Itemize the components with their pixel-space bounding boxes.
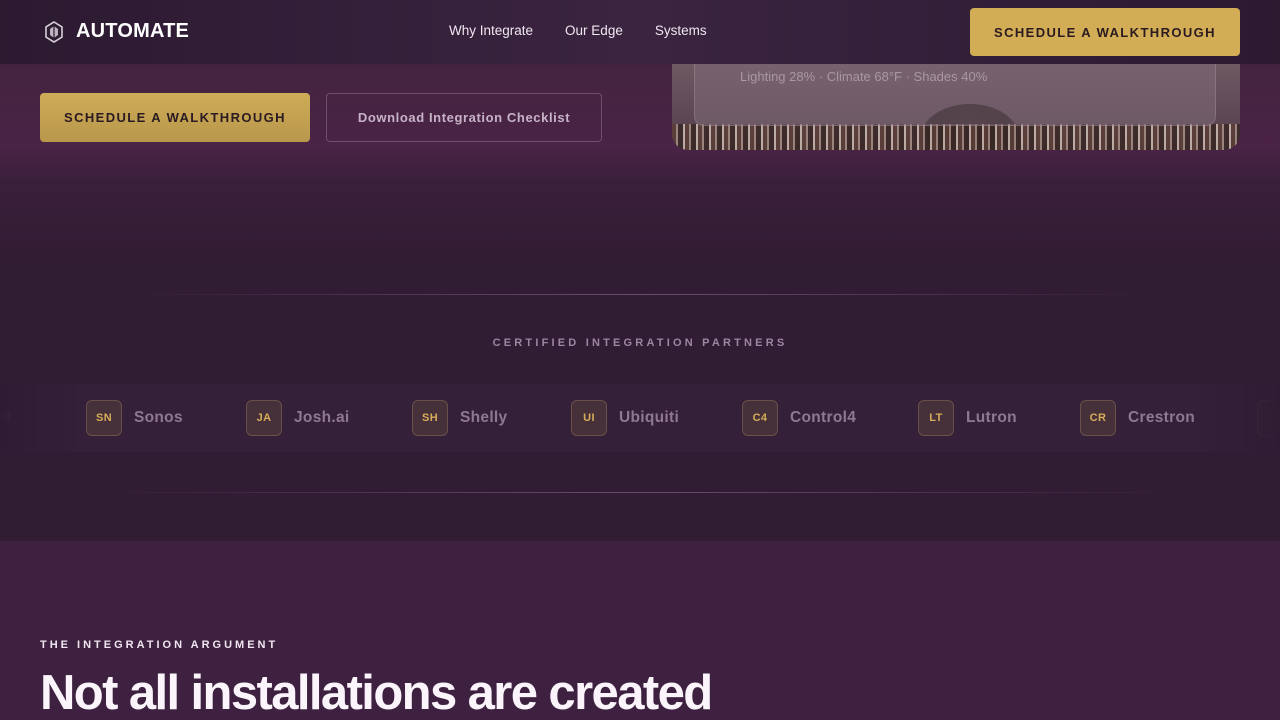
partner-badge: SN xyxy=(86,400,122,436)
hero-room-image: Lighting 28% · Climate 68°F · Shades 40% xyxy=(672,64,1240,150)
partner-item-ubiquiti: UI Ubiquiti xyxy=(571,400,679,436)
partner-badge: UI xyxy=(571,400,607,436)
room-status-text: Lighting 28% · Climate 68°F · Shades 40% xyxy=(740,69,988,84)
section-headline: Not all installations are created xyxy=(40,666,713,720)
top-navigation: AUTOMATE Why Integrate Our Edge Systems … xyxy=(0,0,1280,64)
partner-name: Ubiquiti xyxy=(619,409,680,426)
partner-name: Josh.ai xyxy=(294,409,350,426)
partner-badge: C4 xyxy=(742,400,778,436)
nav-schedule-walkthrough-button[interactable]: SCHEDULE A WALKTHROUGH xyxy=(970,8,1240,56)
download-checklist-button[interactable]: Download Integration Checklist xyxy=(326,93,602,142)
partners-marquee: ent SN Sonos JA Josh.ai SH Shelly UI Ubi… xyxy=(0,384,1280,452)
partner-name: Control4 xyxy=(790,409,857,426)
partner-name: Shelly xyxy=(460,409,508,426)
status-overlay-panel: Lighting 28% · Climate 68°F · Shades 40% xyxy=(694,64,1216,126)
partners-section: CERTIFIED INTEGRATION PARTNERS ent SN So… xyxy=(0,264,1280,541)
divider-bottom xyxy=(90,492,1190,493)
partner-item-shelly: SH Shelly xyxy=(412,400,507,436)
logo-icon xyxy=(45,20,63,43)
nav-link-why-integrate[interactable]: Why Integrate xyxy=(449,23,533,38)
nav-link-systems[interactable]: Systems xyxy=(655,23,707,38)
window-blinds xyxy=(672,124,1240,150)
partner-badge: LT xyxy=(918,400,954,436)
marquee-fade-left xyxy=(0,384,90,452)
partner-item-sonos: SN Sonos xyxy=(86,400,183,436)
section-eyebrow: THE INTEGRATION ARGUMENT xyxy=(40,639,279,651)
primary-nav: Why Integrate Our Edge Systems xyxy=(449,23,707,38)
partner-item-crestron: CR Crestron xyxy=(1080,400,1195,436)
partner-item-control4: C4 Control4 xyxy=(742,400,856,436)
partner-item-joshai: JA Josh.ai xyxy=(246,400,350,436)
nav-link-our-edge[interactable]: Our Edge xyxy=(565,23,623,38)
partner-item-lutron: LT Lutron xyxy=(918,400,1017,436)
brand-logo[interactable]: AUTOMATE xyxy=(44,20,189,43)
partner-name: Sonos xyxy=(134,409,183,426)
partners-heading: CERTIFIED INTEGRATION PARTNERS xyxy=(492,337,788,349)
partner-badge: CR xyxy=(1080,400,1116,436)
brand-name: AUTOMATE xyxy=(76,20,190,42)
partner-badge: SH xyxy=(412,400,448,436)
marquee-fade-right xyxy=(1190,384,1280,452)
divider-top xyxy=(120,294,1160,295)
partner-name: Crestron xyxy=(1128,409,1195,426)
hero-schedule-walkthrough-button[interactable]: SCHEDULE A WALKTHROUGH xyxy=(40,93,310,142)
partner-badge: JA xyxy=(246,400,282,436)
partner-name: Lutron xyxy=(966,409,1017,426)
hero-fade xyxy=(0,150,1280,264)
integration-argument-section: THE INTEGRATION ARGUMENT Not all install… xyxy=(0,541,1280,720)
